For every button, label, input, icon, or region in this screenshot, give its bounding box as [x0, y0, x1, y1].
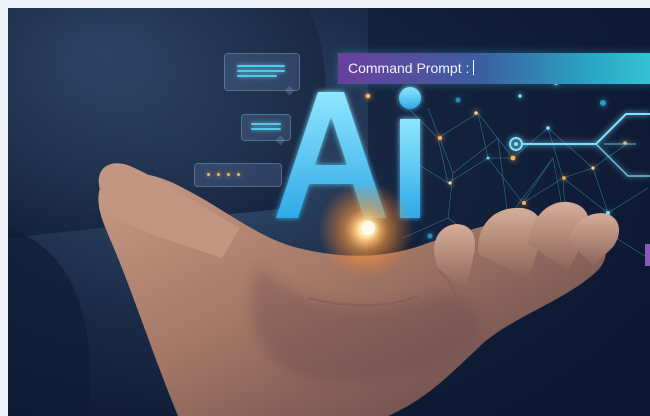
bubble-line	[237, 75, 277, 77]
bubble-line	[251, 123, 281, 125]
edge-tab	[645, 244, 650, 266]
chat-bubble-icon	[194, 163, 282, 187]
command-prompt-bar: Command Prompt :	[338, 53, 650, 84]
chat-bubble-icon	[241, 114, 291, 146]
bubble-line	[237, 65, 285, 67]
command-prompt-label: Command Prompt :	[348, 60, 470, 76]
text-cursor	[473, 60, 475, 75]
hero-image: Command Prompt :	[8, 8, 650, 416]
chat-bubble-icon	[224, 53, 300, 96]
bubble-line	[251, 128, 281, 130]
bubble-dot	[237, 173, 240, 176]
bubble-dot	[217, 173, 220, 176]
bubble-line	[237, 70, 285, 72]
bubble-dot	[207, 173, 210, 176]
command-prompt-label-wrap: Command Prompt :	[348, 60, 475, 76]
bubble-dot	[227, 173, 230, 176]
